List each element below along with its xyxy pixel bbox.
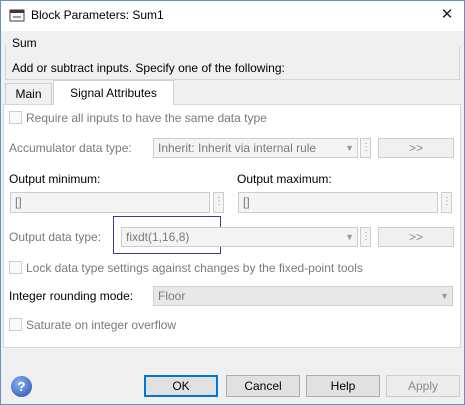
group-title: Sum — [12, 36, 37, 50]
simulink-block-icon — [9, 9, 25, 22]
output-min-field[interactable]: [] — [10, 192, 210, 213]
output-type-dropdown[interactable]: fixdt(1,16,8) ▼ — [121, 227, 358, 247]
saturate-checkbox[interactable] — [9, 318, 22, 331]
lock-checkbox[interactable] — [9, 261, 22, 274]
ok-button[interactable]: OK — [144, 375, 218, 397]
output-type-assistant-button[interactable]: >> — [378, 227, 454, 247]
accumulator-dropdown[interactable]: Inherit: Inherit via internal rule ▼ — [153, 138, 358, 158]
output-type-value: fixdt(1,16,8) — [126, 230, 190, 244]
cancel-button[interactable]: Cancel — [226, 375, 300, 397]
output-max-more-icon[interactable]: ⋮ — [441, 192, 452, 213]
accumulator-label: Accumulator data type: — [9, 141, 132, 155]
output-type-label: Output data type: — [9, 230, 102, 244]
lock-label: Lock data type settings against changes … — [26, 261, 363, 275]
accumulator-assistant-button[interactable]: >> — [378, 138, 454, 158]
tab-signal-attributes[interactable]: Signal Attributes — [53, 80, 174, 105]
output-min-label: Output minimum: — [9, 172, 101, 186]
help-icon[interactable]: ? — [11, 376, 32, 397]
window-title: Block Parameters: Sum1 — [31, 8, 164, 22]
output-min-more-icon[interactable]: ⋮ — [213, 192, 224, 213]
output-max-field[interactable]: [] — [238, 192, 438, 213]
rounding-dropdown[interactable]: Floor ▼ — [153, 286, 453, 306]
close-icon[interactable]: ✕ — [436, 4, 458, 26]
accumulator-value: Inherit: Inherit via internal rule — [158, 141, 317, 155]
tab-main[interactable]: Main — [5, 83, 52, 104]
chevron-down-icon: ▼ — [440, 291, 449, 301]
apply-button[interactable]: Apply — [386, 375, 460, 397]
output-type-more-icon[interactable]: ⋮ — [360, 227, 371, 247]
accumulator-more-icon[interactable]: ⋮ — [360, 138, 371, 158]
chevron-down-icon: ▼ — [345, 232, 354, 242]
rounding-value: Floor — [158, 289, 186, 303]
help-button[interactable]: Help — [306, 375, 380, 397]
require-same-type-checkbox[interactable] — [9, 111, 22, 124]
saturate-label: Saturate on integer overflow — [26, 318, 177, 332]
output-max-label: Output maximum: — [237, 172, 332, 186]
group-description: Add or subtract inputs. Specify one of t… — [12, 61, 285, 75]
require-same-type-label: Require all inputs to have the same data… — [26, 111, 267, 125]
rounding-label: Integer rounding mode: — [9, 289, 134, 303]
chevron-down-icon: ▼ — [345, 143, 354, 153]
